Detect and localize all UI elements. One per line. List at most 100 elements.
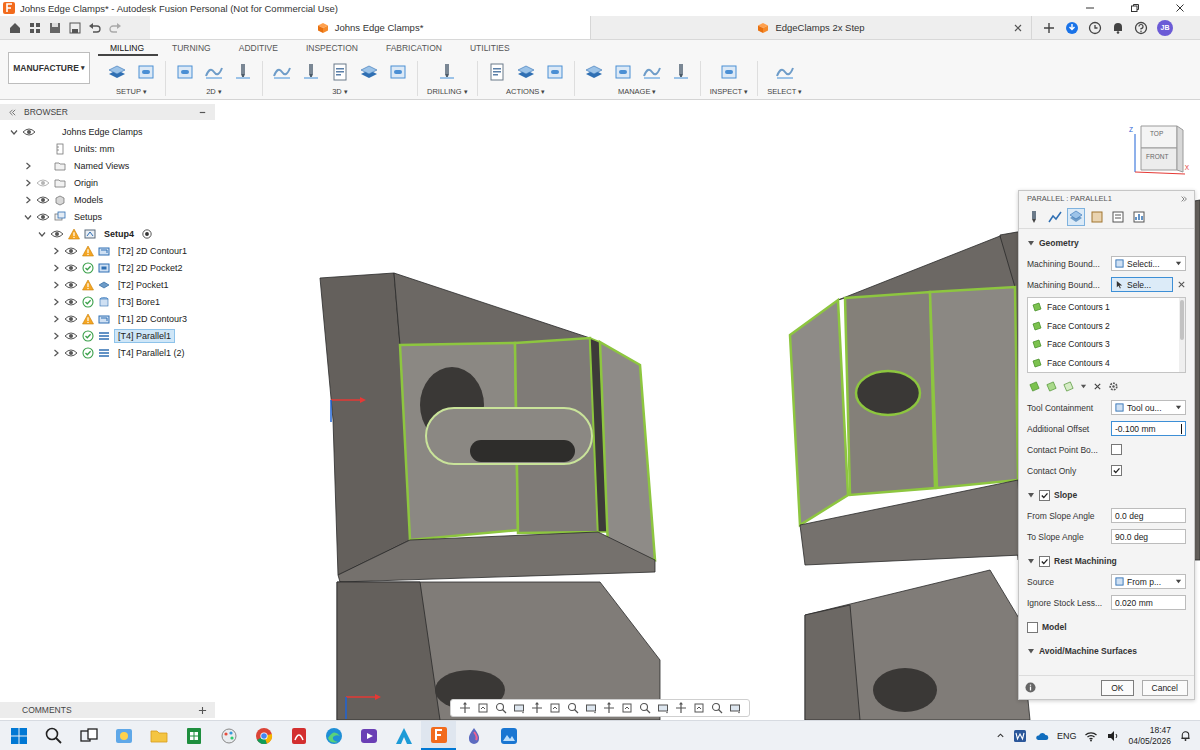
show-hidden-icons-icon[interactable] — [996, 731, 1005, 740]
graphics-canvas[interactable]: TOP FRONT Z X PARALLEL : PARALLEL1 Geome… — [215, 100, 1200, 720]
navigation-tool-icon[interactable] — [675, 702, 687, 714]
toolbar-tool-icon[interactable] — [388, 62, 408, 82]
taskbar-app[interactable] — [106, 721, 141, 750]
section-header[interactable]: Slope — [1027, 485, 1186, 505]
toolbar-tool-icon[interactable] — [204, 62, 224, 82]
visibility-eye-icon[interactable] — [50, 229, 64, 239]
toolbar-tool-icon[interactable] — [487, 62, 507, 82]
dropdown[interactable]: Tool ou... — [1111, 400, 1186, 415]
navigation-tool-icon[interactable] — [567, 702, 579, 714]
toolbar-tool-icon[interactable] — [642, 62, 662, 82]
dialog-title-bar[interactable]: PARALLEL : PARALLEL1 — [1019, 191, 1194, 206]
section-header[interactable]: Avoid/Machine Surfaces — [1027, 641, 1186, 661]
taskbar-app[interactable] — [456, 721, 491, 750]
taskbar-app[interactable] — [71, 721, 106, 750]
taskbar-app[interactable] — [211, 721, 246, 750]
minimize-panel-icon[interactable] — [198, 108, 207, 117]
toolbar-tool-icon[interactable] — [272, 62, 292, 82]
toolbar-tool-icon[interactable] — [359, 62, 379, 82]
browser-node[interactable]: Setup4 — [0, 225, 215, 242]
toolbar-tool-icon[interactable] — [671, 62, 691, 82]
toolbar-group-menu[interactable]: MANAGE ▾ — [618, 87, 657, 96]
ribbon-tab[interactable]: MILLING — [98, 43, 158, 56]
dropdown[interactable]: Selecti... — [1111, 256, 1186, 271]
toolbar-tool-icon[interactable] — [330, 62, 350, 82]
toolbar-group-menu[interactable]: SELECT ▾ — [767, 87, 802, 96]
new-tab-icon[interactable] — [1042, 21, 1056, 35]
toolbar-tool-icon[interactable] — [301, 62, 321, 82]
collapse-panel-icon[interactable] — [8, 108, 17, 117]
section-arrow-icon[interactable] — [1027, 557, 1035, 565]
taskbar-app[interactable] — [281, 721, 316, 750]
browser-node[interactable]: [T4] Parallel1 (2) — [0, 344, 215, 361]
taskbar-app[interactable] — [36, 721, 71, 750]
list-scrollbar[interactable] — [1179, 298, 1185, 372]
ribbon-tab[interactable]: INSPECTION — [292, 43, 372, 56]
taskbar-app[interactable] — [386, 721, 421, 750]
browser-node[interactable]: Johns Edge Clamps — [0, 123, 215, 140]
visibility-eye-icon[interactable] — [64, 263, 78, 273]
navigation-tool-icon[interactable] — [495, 702, 507, 714]
active-setup-icon[interactable] — [142, 229, 152, 239]
expand-arrow-icon[interactable] — [52, 247, 60, 255]
face-filter-icon[interactable] — [1029, 381, 1040, 392]
home-icon[interactable] — [8, 21, 22, 35]
taskbar-app[interactable] — [246, 721, 281, 750]
navigation-tool-icon[interactable] — [585, 702, 597, 714]
navigation-tool-icon[interactable] — [531, 702, 543, 714]
toolbar-group-menu[interactable]: DRILLING ▾ — [427, 87, 468, 96]
section-checkbox[interactable] — [1039, 556, 1050, 567]
toolbar-group-menu[interactable]: INSPECT ▾ — [710, 87, 748, 96]
navigation-tool-icon[interactable] — [657, 702, 669, 714]
visibility-eye-icon[interactable] — [36, 212, 50, 222]
chain-filter-icon[interactable] — [1063, 381, 1074, 392]
value-input[interactable]: -0.100 mm — [1111, 421, 1186, 436]
taskbar-app[interactable] — [1, 721, 36, 750]
expand-arrow-icon[interactable] — [52, 349, 60, 357]
navigation-tool-icon[interactable] — [513, 702, 525, 714]
navigation-tool-icon[interactable] — [621, 702, 633, 714]
expand-arrow-icon[interactable] — [10, 128, 18, 136]
taskbar-app[interactable] — [176, 721, 211, 750]
dialog-tab[interactable] — [1046, 208, 1064, 226]
info-icon[interactable] — [1025, 682, 1036, 693]
dropdown[interactable]: From p... — [1111, 574, 1186, 589]
maximize-button[interactable] — [1115, 0, 1155, 16]
toolbar-tool-icon[interactable] — [584, 62, 604, 82]
browser-node[interactable]: [T2] 2D Contour1 — [0, 242, 215, 259]
clock[interactable]: 18:47 04/05/2026 — [1128, 725, 1171, 745]
navigation-tool-icon[interactable] — [711, 702, 723, 714]
browser-node[interactable]: Setups — [0, 208, 215, 225]
toolbar-tool-icon[interactable] — [233, 62, 253, 82]
workspace-switcher[interactable]: MANUFACTURE ▾ — [8, 52, 90, 84]
toolbar-group-menu[interactable]: SETUP ▾ — [116, 87, 147, 96]
toolbar-tool-icon[interactable] — [775, 62, 795, 82]
file-menu-icon[interactable] — [48, 21, 62, 35]
taskbar-app[interactable] — [351, 721, 386, 750]
ribbon-tab[interactable]: ADDITIVE — [225, 43, 292, 56]
section-arrow-icon[interactable] — [1027, 491, 1035, 499]
ribbon-tab[interactable]: UTILITIES — [456, 43, 524, 56]
toolbar-tool-icon[interactable] — [437, 62, 457, 82]
browser-node[interactable]: Models — [0, 191, 215, 208]
expand-arrow-icon[interactable] — [24, 179, 32, 187]
toolbar-tool-icon[interactable] — [613, 62, 633, 82]
taskbar-app[interactable] — [491, 721, 526, 750]
dialog-tab[interactable] — [1130, 208, 1148, 226]
checkbox[interactable] — [1111, 444, 1122, 455]
toolbar-tool-icon[interactable] — [516, 62, 536, 82]
value-input[interactable]: 0.020 mm — [1111, 595, 1186, 610]
checkbox[interactable] — [1111, 465, 1122, 476]
expand-arrow-icon[interactable] — [52, 264, 60, 272]
browser-node[interactable]: Units: mm — [0, 140, 215, 157]
word-app-icon[interactable] — [1013, 729, 1027, 743]
minimize-button[interactable] — [1070, 0, 1110, 16]
redo-icon[interactable] — [108, 21, 122, 35]
dialog-button[interactable]: OK — [1101, 680, 1133, 696]
section-checkbox[interactable] — [1039, 490, 1050, 501]
toolbar-tool-icon[interactable] — [136, 62, 156, 82]
expand-arrow-icon[interactable] — [52, 315, 60, 323]
browser-node[interactable]: Named Views — [0, 157, 215, 174]
expand-arrow-icon[interactable] — [24, 213, 32, 221]
selection-list-item[interactable]: Face Contours 1 — [1028, 298, 1179, 317]
